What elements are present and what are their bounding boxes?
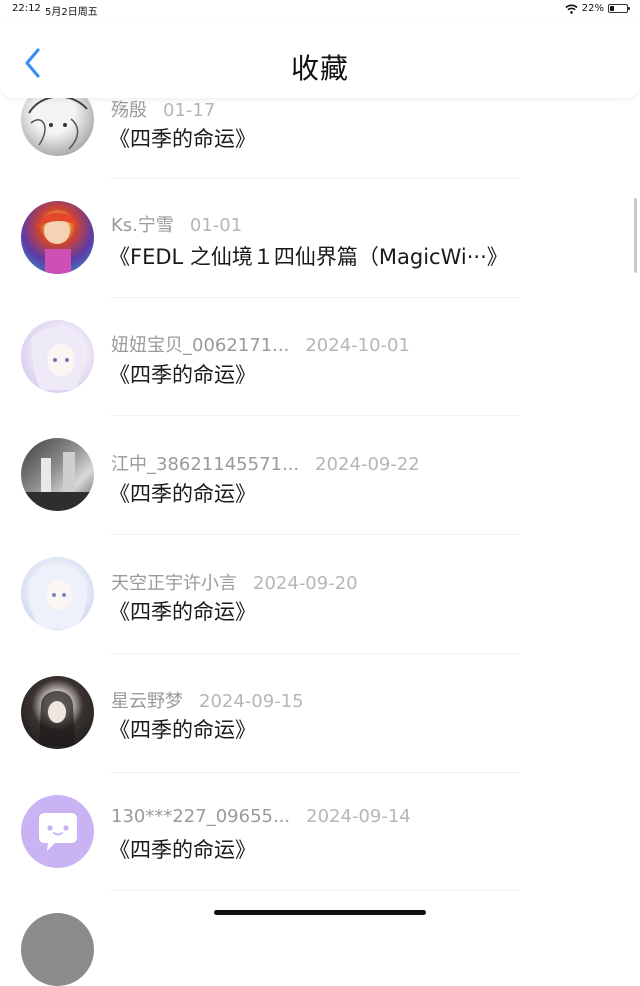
user-name[interactable]: 江中_38621145571... xyxy=(111,454,299,475)
avatar[interactable] xyxy=(21,201,94,274)
avatar[interactable] xyxy=(21,320,94,393)
divider xyxy=(111,653,520,654)
list-item[interactable]: 江中_38621145571... 2024-09-22 《四季的命运》 xyxy=(0,438,640,557)
list-item[interactable]: 殇殷 01-17 《四季的命运》 xyxy=(0,82,640,201)
divider xyxy=(111,534,520,535)
avatar-anime-image xyxy=(31,328,85,390)
divider xyxy=(111,415,520,416)
list-item[interactable]: 妞妞宝贝_0062171... 2024-10-01 《四季的命运》 xyxy=(0,320,640,439)
divider xyxy=(111,772,520,773)
user-name[interactable]: 130***227_09655... xyxy=(111,806,290,827)
avatar[interactable] xyxy=(21,557,94,630)
item-meta: 妞妞宝贝_0062171... 2024-10-01 xyxy=(111,331,410,357)
item-meta: Ks.宁雪 01-01 xyxy=(111,211,242,237)
item-date: 2024-09-20 xyxy=(253,573,358,594)
item-date: 2024-09-14 xyxy=(306,806,411,827)
status-date: 5月2日周五 xyxy=(45,7,98,18)
status-right: 22% xyxy=(565,3,630,14)
home-indicator[interactable] xyxy=(214,910,426,915)
item-date: 2024-09-15 xyxy=(199,691,304,712)
user-name[interactable]: 殇殷 xyxy=(111,100,147,121)
battery-icon xyxy=(608,4,630,13)
scrollbar[interactable] xyxy=(634,198,637,273)
nav-header: 收藏 xyxy=(0,20,640,98)
story-title[interactable]: 《四季的命运》 xyxy=(109,834,256,864)
avatar-anime-image xyxy=(28,566,88,629)
item-meta: 殇殷 01-17 xyxy=(111,96,215,122)
favorites-list: 殇殷 01-17 《四季的命运》 Ks.宁雪 01-01 《FEDL 之仙境１四仙界… xyxy=(0,0,640,986)
story-title[interactable]: 《四季的命运》 xyxy=(109,359,256,389)
story-title[interactable]: 《四季的命运》 xyxy=(109,714,256,744)
divider xyxy=(111,297,520,298)
list-item[interactable]: 130***227_09655... 2024-09-14 《四季的命运》 xyxy=(0,795,640,914)
wifi-icon xyxy=(565,4,578,14)
item-date: 01-01 xyxy=(189,215,243,236)
user-name[interactable]: 天空正宇许小言 xyxy=(111,573,237,594)
item-meta: 江中_38621145571... 2024-09-22 xyxy=(111,450,420,476)
item-date: 01-17 xyxy=(163,100,216,121)
story-title[interactable]: 《四季的命运》 xyxy=(109,596,256,626)
story-title[interactable]: 《FEDL 之仙境１四仙界篇（MagicWi···》 xyxy=(109,241,508,271)
divider xyxy=(111,178,520,179)
divider xyxy=(111,890,520,891)
story-title[interactable]: 《四季的命运》 xyxy=(109,123,256,153)
user-name[interactable]: Ks.宁雪 xyxy=(111,215,174,236)
avatar[interactable] xyxy=(21,438,94,511)
list-item[interactable]: Ks.宁雪 01-01 《FEDL 之仙境１四仙界篇（MagicWi···》 xyxy=(0,201,640,320)
avatar[interactable] xyxy=(21,913,94,986)
avatar-cartoon-image xyxy=(37,212,79,274)
story-title[interactable]: 《四季的命运》 xyxy=(109,478,256,508)
status-time: 22:12 xyxy=(12,3,41,14)
chat-bubble-icon xyxy=(39,813,77,851)
item-meta: 130***227_09655... 2024-09-14 xyxy=(111,806,411,827)
user-name[interactable]: 星云野梦 xyxy=(111,691,183,712)
list-item[interactable]: 天空正宇许小言 2024-09-20 《四季的命运》 xyxy=(0,557,640,676)
page-title: 收藏 xyxy=(290,52,349,85)
item-date: 2024-10-01 xyxy=(305,335,410,356)
default-avatar[interactable] xyxy=(21,795,94,868)
avatar-photo-image xyxy=(21,452,94,511)
user-name[interactable]: 妞妞宝贝_0062171... xyxy=(111,335,289,356)
status-bar: 22:12 5月2日周五 22% xyxy=(0,0,640,20)
avatar[interactable] xyxy=(21,676,94,749)
avatar-photo-image xyxy=(39,691,75,746)
list-item[interactable]: 星云野梦 2024-09-15 《四季的命运》 xyxy=(0,676,640,795)
item-meta: 天空正宇许小言 2024-09-20 xyxy=(111,569,358,595)
item-date: 2024-09-22 xyxy=(315,454,420,475)
battery-percent: 22% xyxy=(581,3,604,14)
item-meta: 星云野梦 2024-09-15 xyxy=(111,687,304,713)
